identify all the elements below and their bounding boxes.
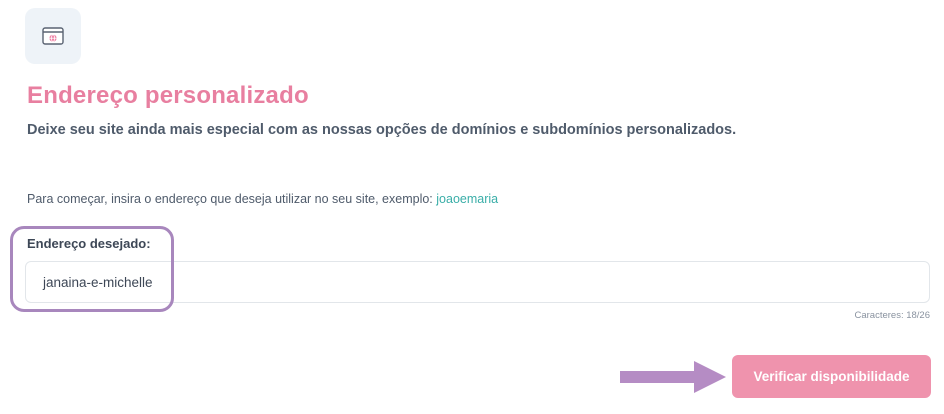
browser-globe-icon — [42, 27, 64, 45]
instruction-text: Para começar, insira o endereço que dese… — [27, 192, 498, 206]
address-input[interactable]: janaina-e-michelle — [25, 261, 930, 303]
instruction-label: Para começar, insira o endereço que dese… — [27, 192, 437, 206]
arrow-right-icon — [620, 361, 726, 393]
page-subtitle: Deixe seu site ainda mais especial com a… — [27, 122, 737, 138]
character-counter: Caracteres: 18/26 — [854, 310, 930, 321]
verify-availability-button[interactable]: Verificar disponibilidade — [732, 355, 931, 398]
page-title: Endereço personalizado — [27, 82, 309, 109]
example-link[interactable]: joaoemaria — [436, 192, 498, 206]
browser-icon-tile — [25, 8, 81, 64]
address-input-value: janaina-e-michelle — [43, 274, 153, 290]
address-field-label: Endereço desejado: — [27, 236, 151, 251]
